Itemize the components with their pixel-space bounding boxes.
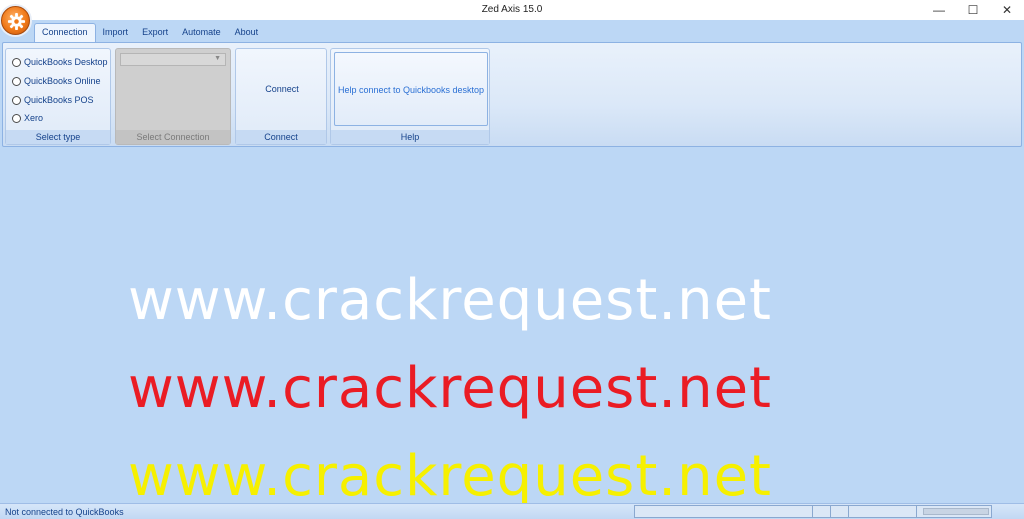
ribbon-panel: QuickBooks Desktop QuickBooks Online Qui…: [2, 42, 1022, 147]
tab-export[interactable]: Export: [135, 22, 175, 42]
title-bar: Zed Axis 15.0 — ☐ ✕: [0, 0, 1024, 20]
connect-group: Connect Connect: [235, 48, 327, 145]
progress-bar: [923, 508, 989, 515]
radio-xero[interactable]: Xero: [12, 113, 43, 123]
radio-quickbooks-desktop[interactable]: QuickBooks Desktop: [12, 57, 108, 67]
connect-button[interactable]: Connect: [239, 52, 325, 126]
watermark-text: www.crackrequest.net: [128, 268, 772, 333]
status-bar: Not connected to QuickBooks: [0, 503, 1024, 519]
select-connection-group: ▼ Select Connection: [115, 48, 231, 145]
chevron-down-icon: ▼: [214, 55, 221, 62]
status-panel: [831, 506, 849, 517]
radio-icon: [12, 57, 21, 67]
radio-icon: [12, 95, 21, 105]
status-panel: [635, 506, 813, 517]
help-connect-button[interactable]: Help connect to Quickbooks desktop: [334, 52, 488, 126]
minimize-button[interactable]: —: [922, 0, 956, 20]
maximize-button[interactable]: ☐: [956, 0, 990, 20]
select-type-group: QuickBooks Desktop QuickBooks Online Qui…: [5, 48, 111, 145]
radio-label: QuickBooks POS: [24, 95, 94, 105]
radio-icon: [12, 113, 21, 123]
radio-icon: [12, 76, 21, 86]
radio-label: QuickBooks Online: [24, 76, 101, 86]
select-connection-dropdown[interactable]: ▼: [120, 53, 226, 66]
group-label-select-type: Select type: [6, 130, 110, 144]
connection-status-text: Not connected to QuickBooks: [5, 507, 124, 517]
help-group: Help connect to Quickbooks desktop Help: [330, 48, 490, 145]
window-title: Zed Axis 15.0: [481, 4, 543, 15]
radio-label: QuickBooks Desktop: [24, 57, 108, 67]
status-panel: [849, 506, 917, 517]
watermark-text: www.crackrequest.net: [128, 444, 772, 509]
radio-quickbooks-online[interactable]: QuickBooks Online: [12, 76, 101, 86]
close-button[interactable]: ✕: [990, 0, 1024, 20]
radio-quickbooks-pos[interactable]: QuickBooks POS: [12, 95, 94, 105]
radio-label: Xero: [24, 113, 44, 123]
status-panel: [813, 506, 831, 517]
status-panels: [634, 505, 992, 518]
app-menu-button[interactable]: [1, 6, 30, 35]
tab-automate[interactable]: Automate: [175, 22, 228, 42]
group-label-help: Help: [331, 130, 489, 144]
ribbon-tabs: Connection Import Export Automate About: [34, 22, 266, 43]
group-label-connect: Connect: [236, 130, 326, 144]
tab-about[interactable]: About: [228, 22, 266, 42]
tab-connection[interactable]: Connection: [34, 23, 96, 43]
tab-import[interactable]: Import: [96, 22, 136, 42]
watermark-text: www.crackrequest.net: [128, 356, 772, 421]
group-label-select-connection: Select Connection: [116, 130, 230, 144]
gear-icon: [7, 12, 26, 31]
